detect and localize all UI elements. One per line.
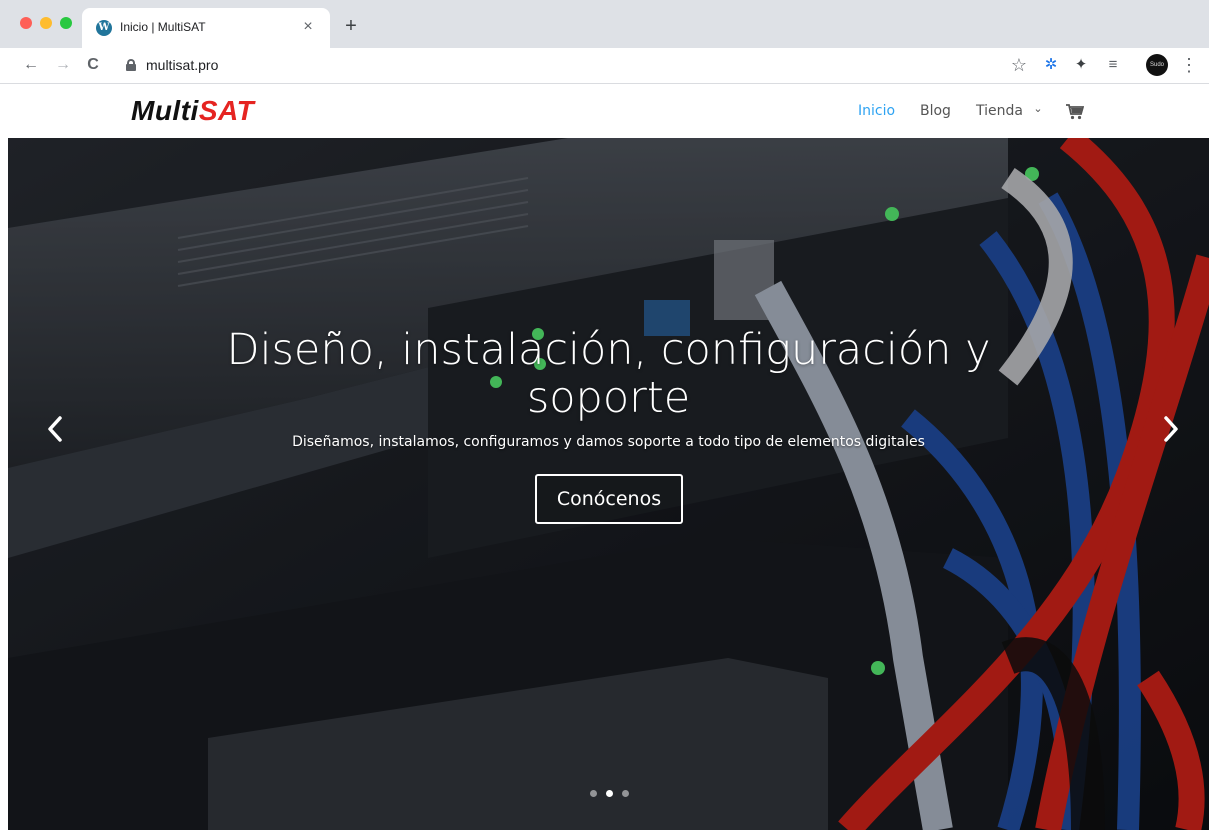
wordpress-icon: W — [96, 20, 112, 36]
puzzle-extensions-icon[interactable]: ✦ — [1070, 54, 1092, 76]
shopping-cart-icon[interactable] — [1066, 104, 1084, 120]
reload-button[interactable]: C — [82, 54, 104, 76]
menu-item-blog[interactable]: Blog — [920, 103, 951, 119]
hero-title: Diseño, instalación, configuración y sop… — [8, 326, 1209, 422]
profile-avatar[interactable]: Sudo — [1146, 54, 1168, 76]
hero-title-line1: Diseño, instalación, configuración y — [226, 325, 991, 375]
address-bar[interactable]: multisat.pro — [110, 52, 1200, 80]
browser-tabstrip: W Inicio | MultiSAT × + — [0, 0, 1209, 48]
tab-close-icon[interactable]: × — [298, 17, 318, 37]
extension-icon[interactable]: ✲ — [1040, 54, 1062, 76]
back-button[interactable]: ← — [20, 54, 42, 76]
new-tab-button[interactable]: + — [340, 16, 362, 38]
browser-menu-icon[interactable]: ⋮ — [1178, 54, 1200, 76]
browser-tab-active[interactable]: W Inicio | MultiSAT × — [82, 8, 330, 48]
slider-dot-3[interactable] — [622, 790, 629, 797]
tab-title: Inicio | MultiSAT — [120, 20, 206, 34]
browser-toolbar: ← → C multisat.pro ☆ ✲ ✦ ≡ ⋮ — [0, 48, 1209, 84]
slider-prev-arrow-icon[interactable] — [40, 411, 70, 447]
menu-item-inicio[interactable]: Inicio — [858, 103, 895, 119]
close-window-button[interactable] — [20, 17, 32, 29]
minimize-window-button[interactable] — [40, 17, 52, 29]
hero-subtitle: Diseñamos, instalamos, configuramos y da… — [292, 434, 925, 450]
site-logo[interactable]: MultiSAT — [131, 95, 254, 127]
slider-next-arrow-icon[interactable] — [1156, 411, 1186, 447]
url-text: multisat.pro — [146, 57, 219, 73]
menu-item-tienda[interactable]: Tienda ⌄ — [976, 102, 1043, 119]
lock-icon — [126, 59, 136, 71]
slider-pagination — [586, 790, 636, 798]
zoom-window-button[interactable] — [60, 17, 72, 29]
logo-text-multi: Multi — [131, 95, 199, 126]
site-header: MultiSAT Inicio Blog Tienda ⌄ — [0, 85, 1209, 138]
media-control-icon[interactable]: ≡ — [1102, 54, 1124, 76]
forward-button[interactable]: → — [52, 54, 74, 76]
menu-item-tienda-label: Tienda — [976, 103, 1023, 119]
chevron-down-icon: ⌄ — [1033, 102, 1043, 115]
hero-title-line2: soporte — [526, 373, 691, 423]
slider-dot-2[interactable] — [606, 790, 613, 797]
logo-text-sat: SAT — [198, 95, 255, 126]
bookmark-star-icon[interactable]: ☆ — [1008, 54, 1030, 76]
conocenos-button[interactable]: Conócenos — [535, 474, 683, 524]
slider-dot-1[interactable] — [590, 790, 597, 797]
hero-slider: Diseño, instalación, configuración y sop… — [8, 138, 1209, 830]
